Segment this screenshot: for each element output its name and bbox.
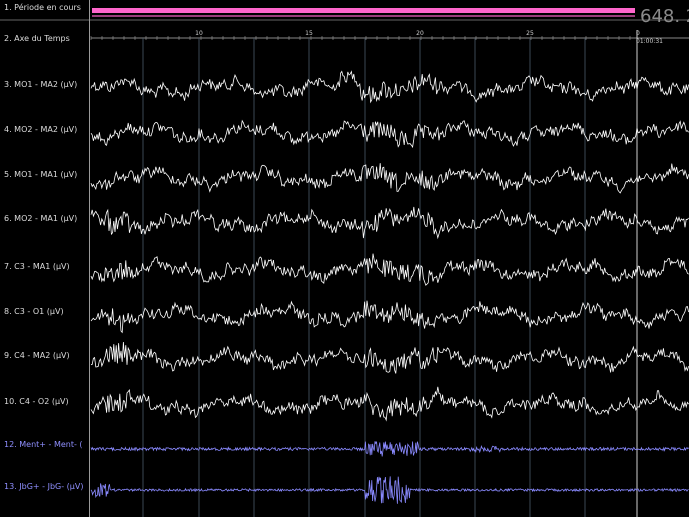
channel-label-mo2-ma1[interactable]: 6. MO2 - MA1 (µV) — [4, 214, 77, 224]
channel-label-c4-o2[interactable]: 10. C4 - O2 (µV) — [4, 397, 69, 407]
eeg-trace-5 — [90, 163, 689, 194]
channel-label-period[interactable]: 1. Période en cours — [4, 3, 81, 13]
channel-label-mo1-ma1[interactable]: 5. MO1 - MA1 (µV) — [4, 170, 77, 180]
eeg-trace-3 — [90, 70, 689, 104]
period-progress-bar — [92, 8, 635, 13]
time-cursor-clock: 01:00:31 — [636, 38, 663, 45]
eeg-trace-8 — [90, 300, 689, 334]
emg-trace-12 — [90, 440, 689, 457]
time-tick-25: 25 — [526, 30, 534, 37]
eeg-trace-6 — [90, 206, 689, 240]
time-tick-15: 15 — [305, 30, 313, 37]
signal-plot[interactable] — [0, 0, 689, 517]
channel-label-panel: 1. Période en cours 2. Axe du Temps 3. M… — [0, 0, 90, 517]
channel-label-mo1-ma2[interactable]: 3. MO1 - MA2 (µV) — [4, 80, 77, 90]
period-value: 648. 2 — [640, 6, 689, 27]
time-tick-20: 20 — [416, 30, 424, 37]
channel-label-c3-ma1[interactable]: 7. C3 - MA1 (µV) — [4, 262, 70, 272]
channel-label-ment[interactable]: 12. Ment+ - Ment- ( — [4, 440, 83, 450]
time-cursor-label: 0 01:00:31 — [636, 30, 663, 46]
eeg-trace-7 — [90, 253, 689, 286]
channel-label-c3-o1[interactable]: 8. C3 - O1 (µV) — [4, 307, 64, 317]
channel-label-mo2-ma2[interactable]: 4. MO2 - MA2 (µV) — [4, 125, 77, 135]
eeg-trace-10 — [90, 386, 689, 422]
period-progress-underline — [92, 15, 635, 17]
eeg-trace-4 — [90, 119, 689, 149]
channel-label-c4-ma2[interactable]: 9. C4 - MA2 (µV) — [4, 351, 70, 361]
eeg-trace-9 — [90, 341, 689, 374]
emg-trace-13 — [90, 476, 689, 504]
time-tick-10: 10 — [195, 30, 203, 37]
psg-viewer: 1. Période en cours 2. Axe du Temps 3. M… — [0, 0, 689, 517]
time-cursor-tick: 0 — [636, 30, 640, 37]
channel-label-time-axis[interactable]: 2. Axe du Temps — [4, 34, 70, 44]
channel-label-jbg[interactable]: 13. JbG+ - JbG- (µV) — [4, 482, 83, 492]
